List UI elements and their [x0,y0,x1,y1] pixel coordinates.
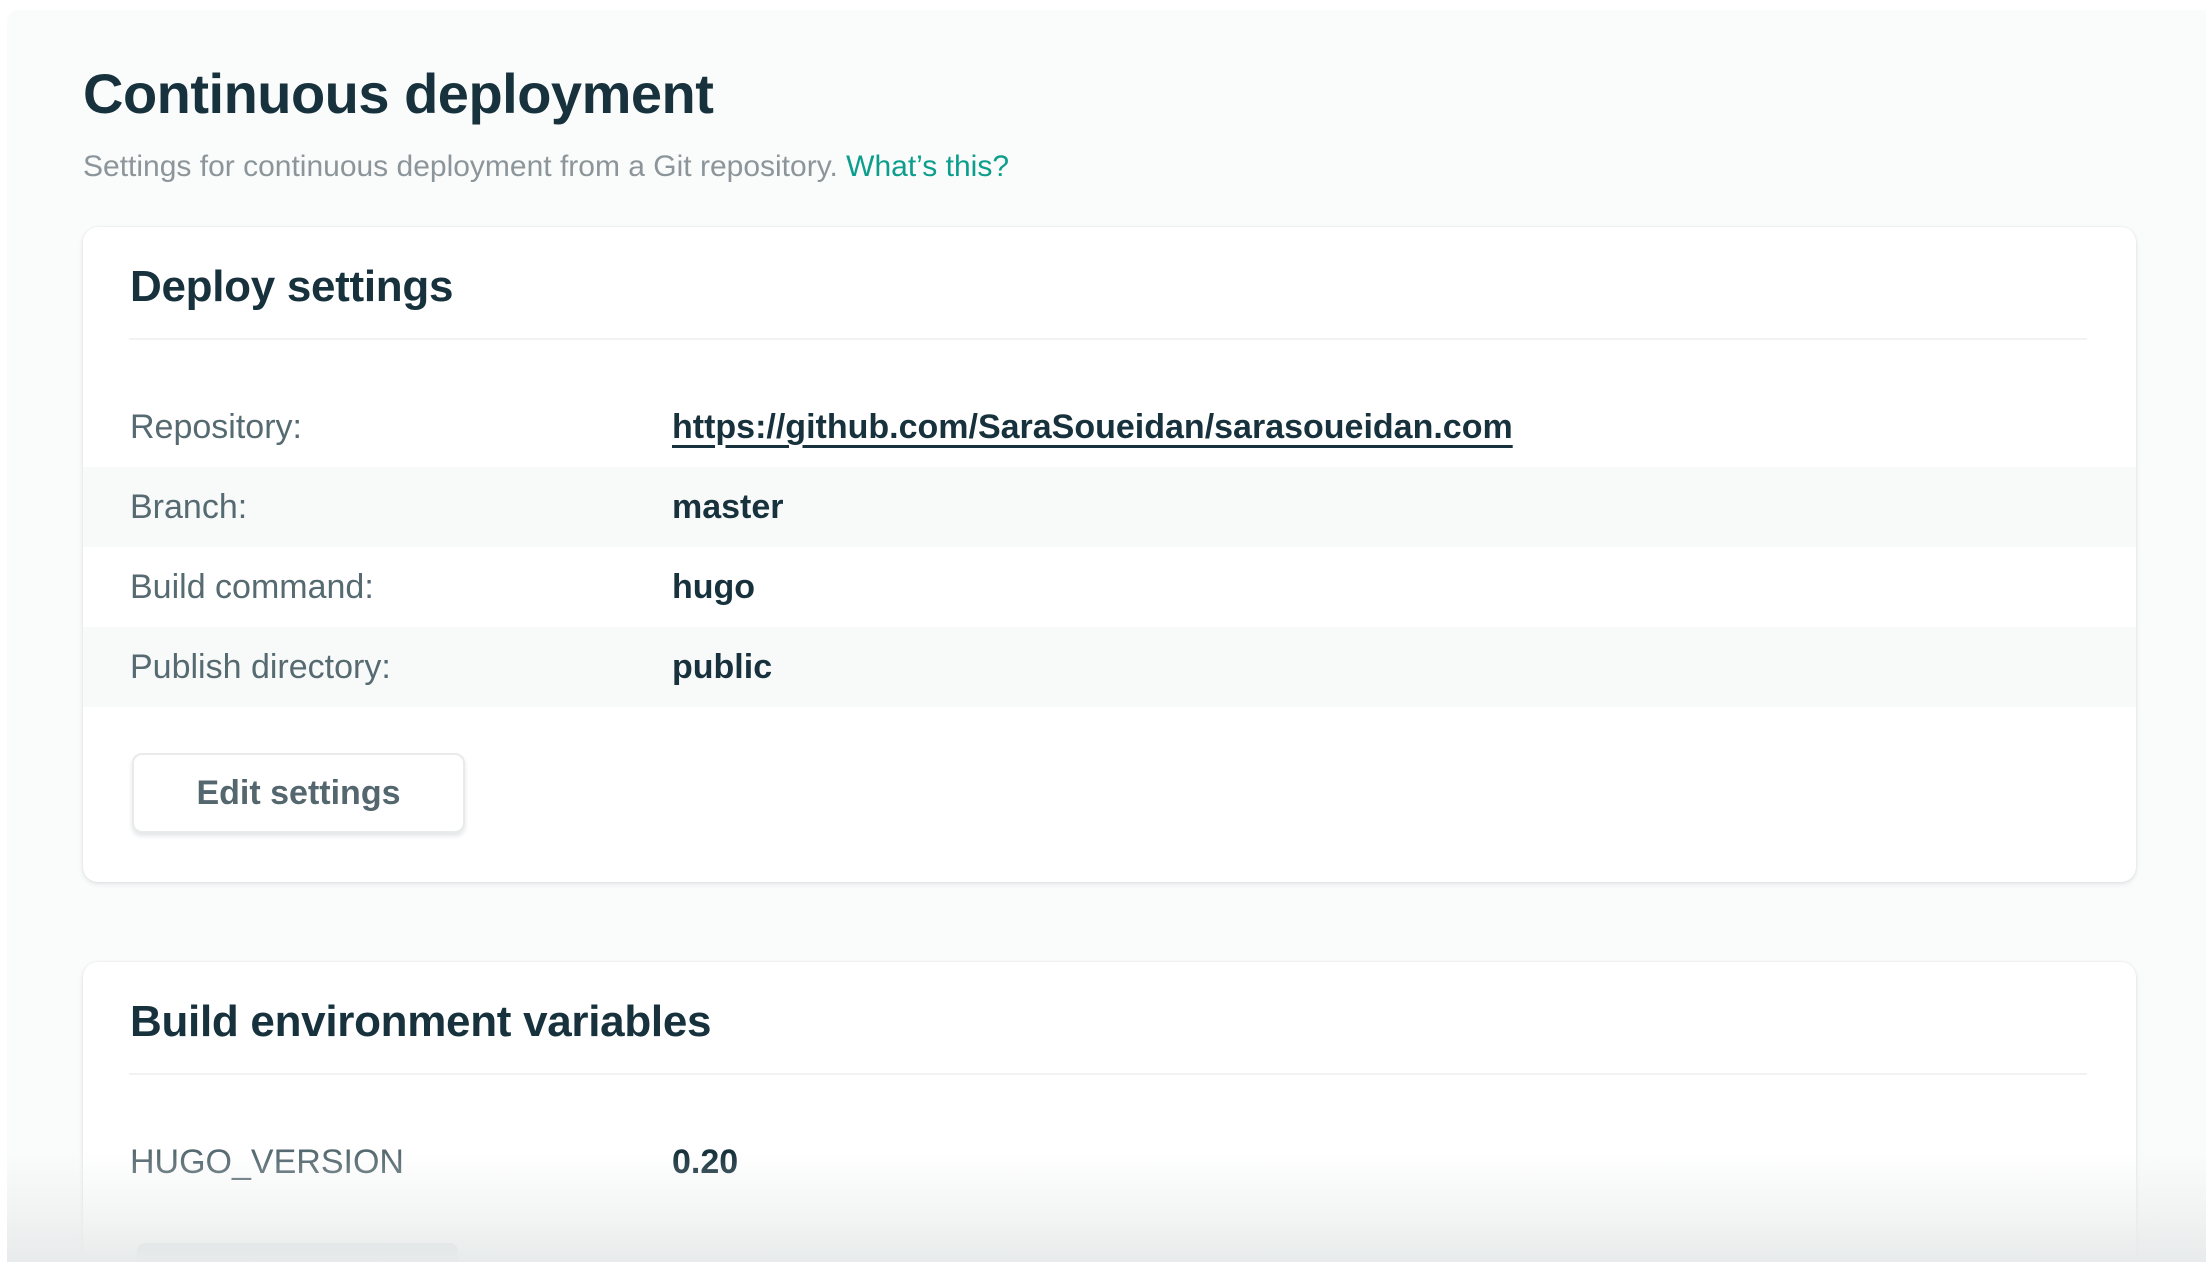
row-value: public [672,648,772,687]
row-value: hugo [672,568,755,607]
deploy-settings-heading: Deploy settings [83,227,2136,313]
env-var-input[interactable] [137,1243,458,1262]
deploy-settings-table: Repository: https://github.com/SaraSouei… [83,387,2136,707]
env-var-name: HUGO_VERSION [83,1143,672,1182]
repository-link[interactable]: https://github.com/SaraSoueidan/sarasoue… [672,408,1513,447]
env-var-value: 0.20 [672,1143,738,1182]
divider [129,1073,2087,1075]
table-row-repository: Repository: https://github.com/SaraSouei… [83,387,2136,467]
build-env-table: HUGO_VERSION 0.20 [83,1122,2136,1202]
build-env-card: Build environment variables HUGO_VERSION… [83,962,2136,1262]
deploy-settings-card: Deploy settings Repository: https://gith… [83,227,2136,882]
edit-settings-button[interactable]: Edit settings [132,753,465,833]
table-row-branch: Branch: master [83,467,2136,547]
settings-page: Continuous deployment Settings for conti… [7,10,2206,1262]
page-title: Continuous deployment [83,62,2206,126]
row-label: Repository: [83,408,672,447]
table-row-env-var: HUGO_VERSION 0.20 [83,1122,2136,1202]
row-label: Publish directory: [83,648,672,687]
table-row-build-command: Build command: hugo [83,547,2136,627]
row-label: Build command: [83,568,672,607]
row-value: master [672,488,784,527]
content-area: Continuous deployment Settings for conti… [7,10,2206,1262]
divider [129,338,2087,340]
page-subtitle-text: Settings for continuous deployment from … [83,150,838,183]
row-label: Branch: [83,488,672,527]
build-env-heading: Build environment variables [83,962,2136,1048]
table-row-publish-directory: Publish directory: public [83,627,2136,707]
page-subtitle: Settings for continuous deployment from … [83,148,2206,186]
whats-this-link[interactable]: What’s this? [846,150,1009,183]
